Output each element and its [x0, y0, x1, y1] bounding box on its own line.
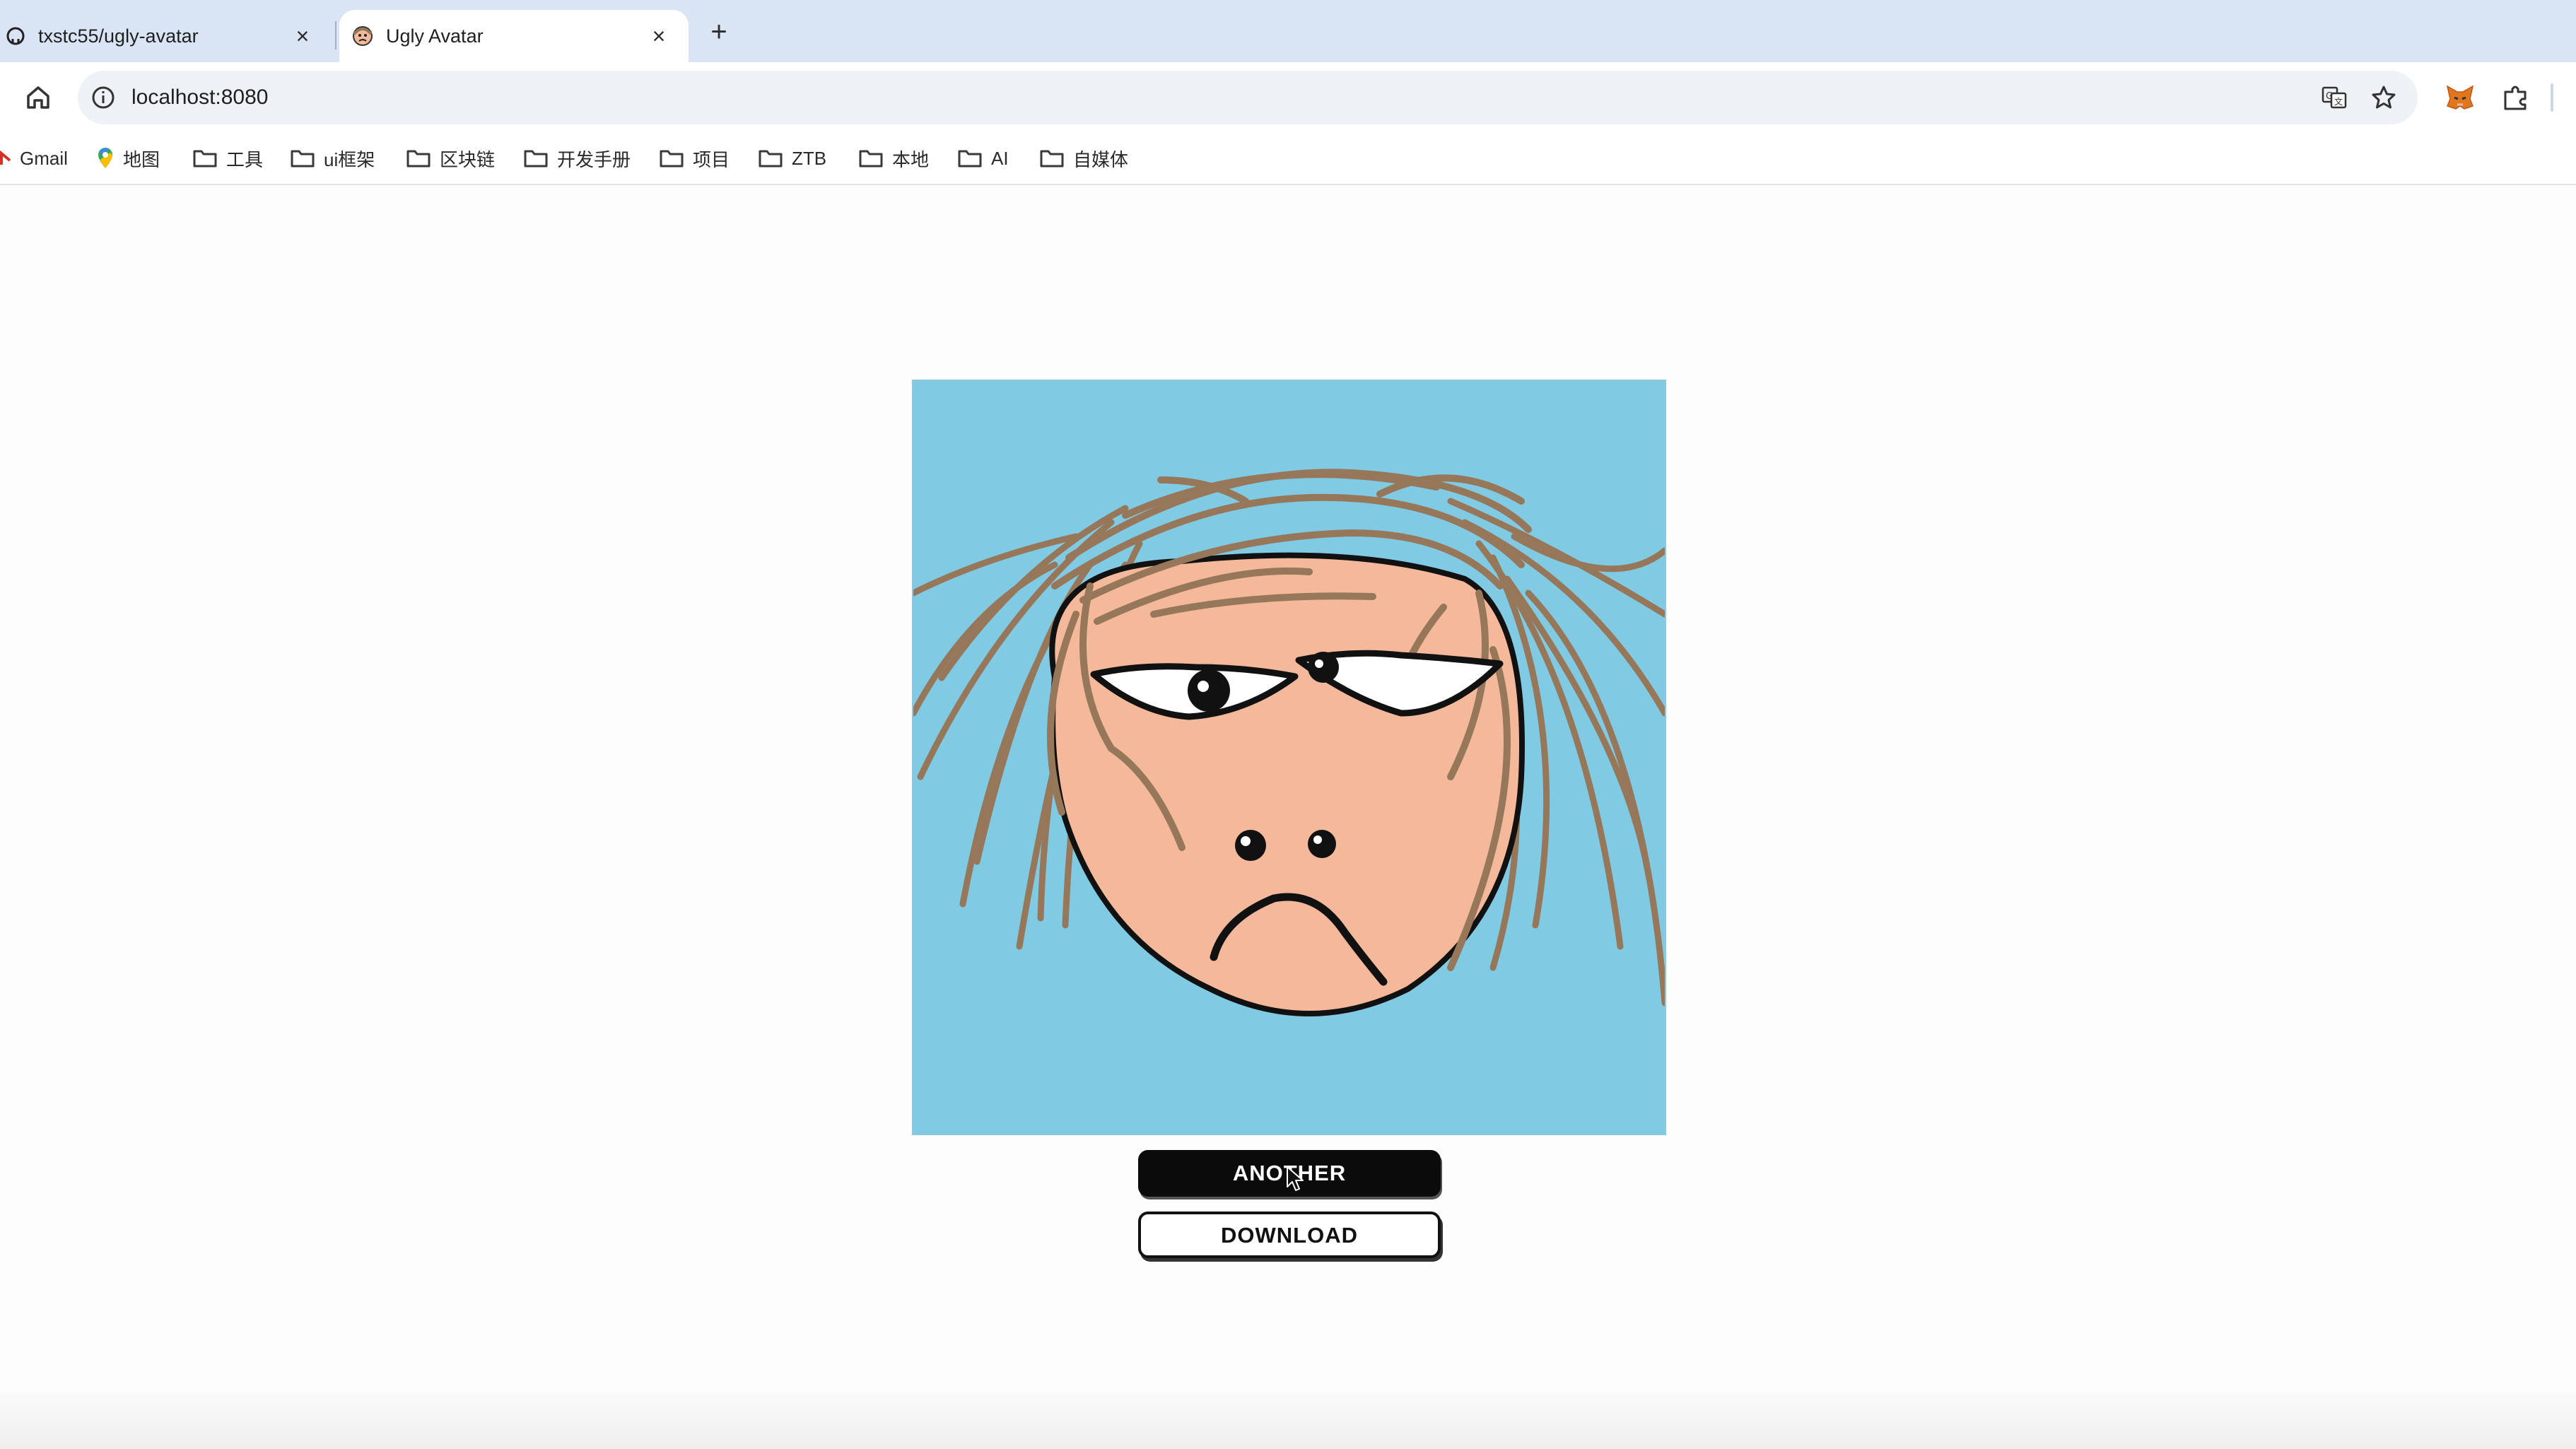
bookmark-label: 区块链 [440, 148, 496, 170]
folder-icon [291, 150, 315, 168]
folder-icon [958, 150, 982, 168]
bookmark-gmail[interactable]: Gmail [0, 133, 68, 184]
extensions-icon[interactable] [2498, 81, 2532, 115]
bookmark-folder[interactable]: 本地 [858, 133, 929, 184]
github-icon [6, 27, 25, 45]
bookmark-folder[interactable]: ZTB [758, 133, 826, 184]
tab-separator [335, 21, 336, 49]
bookmarks-bar: Gmail 地图 工具 ui框架 区块链 开发手册 项目 ZTB 本地 AI 自… [0, 133, 2576, 185]
avatar-favicon [353, 26, 373, 46]
bookmark-label: Gmail [20, 147, 68, 169]
bookmark-folder[interactable]: 开发手册 [523, 133, 631, 184]
another-button[interactable]: ANOTHER [1138, 1150, 1441, 1197]
home-icon[interactable] [21, 81, 55, 115]
bookmark-maps[interactable]: 地图 [96, 133, 160, 184]
page-bottom-edge [0, 1385, 2576, 1449]
translate-icon[interactable]: G 文 [2320, 83, 2348, 112]
bookmark-label: AI [991, 147, 1009, 169]
bookmark-label: ui框架 [324, 148, 375, 170]
metamask-extension-icon[interactable] [2443, 81, 2477, 115]
folder-icon [1040, 150, 1064, 168]
tab-title: Ugly Avatar [386, 25, 484, 47]
download-button[interactable]: DOWNLOAD [1138, 1212, 1441, 1258]
star-icon[interactable] [2370, 83, 2398, 112]
bookmark-folder[interactable]: 自媒体 [1039, 133, 1128, 184]
site-info-icon[interactable] [89, 83, 117, 112]
tab-ugly-avatar[interactable]: Ugly Avatar × [339, 10, 689, 62]
url-text[interactable]: localhost:8080 [131, 71, 268, 124]
folder-icon [859, 150, 883, 168]
bookmark-label: 自媒体 [1073, 148, 1129, 170]
folder-icon [660, 150, 684, 168]
toolbar-divider [2551, 83, 2553, 112]
close-icon[interactable]: × [645, 22, 673, 50]
gmail-icon [0, 150, 11, 165]
tab-title: txstc55/ugly-avatar [38, 25, 199, 47]
folder-icon [193, 150, 217, 168]
maps-icon [98, 148, 112, 168]
bookmark-folder[interactable]: 项目 [659, 133, 730, 184]
close-icon[interactable]: × [288, 22, 317, 50]
tab-github[interactable]: txstc55/ugly-avatar × [0, 10, 332, 62]
bookmark-label: 地图 [123, 148, 160, 170]
folder-icon [759, 150, 783, 168]
bookmark-label: 项目 [693, 148, 730, 170]
svg-text:G: G [2326, 91, 2333, 102]
bookmark-label: 工具 [226, 148, 264, 170]
browser-toolbar: localhost:8080 G 文 [0, 62, 2576, 133]
avatar-drawing [913, 381, 1665, 1134]
folder-icon [406, 150, 431, 168]
bookmark-label: ZTB [792, 147, 827, 169]
new-tab-button[interactable]: + [701, 14, 737, 49]
bookmark-label: 本地 [892, 148, 930, 170]
avatar-canvas [912, 380, 1666, 1135]
bookmark-label: 开发手册 [557, 148, 631, 170]
bookmark-folder[interactable]: ui框架 [290, 133, 375, 184]
bookmark-folder[interactable]: 工具 [192, 133, 263, 184]
folder-icon [524, 150, 548, 168]
bookmark-folder[interactable]: AI [957, 133, 1009, 184]
address-bar[interactable]: localhost:8080 G 文 [78, 71, 2418, 124]
bookmark-folder[interactable]: 区块链 [406, 133, 495, 184]
svg-text:文: 文 [2334, 96, 2343, 107]
tab-strip: txstc55/ugly-avatar × Ugly Avatar × + [0, 0, 2576, 62]
